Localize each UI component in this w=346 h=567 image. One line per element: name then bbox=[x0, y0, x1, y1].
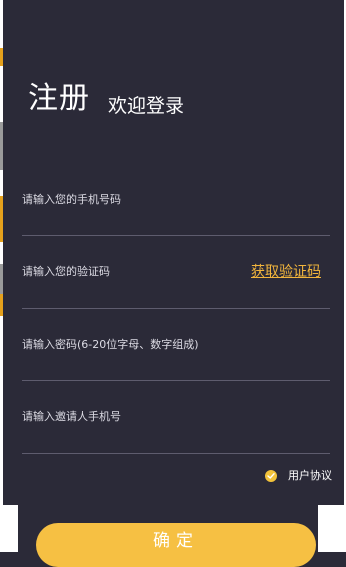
bottom-right-background bbox=[318, 505, 346, 552]
left-edge-block bbox=[0, 122, 3, 170]
left-edge-block bbox=[0, 170, 3, 196]
password-input-underline bbox=[22, 380, 330, 381]
left-edge-block bbox=[0, 48, 3, 66]
verification-code-input[interactable]: 请输入您的验证码 bbox=[22, 264, 110, 280]
get-code-link[interactable]: 获取验证码 bbox=[251, 262, 321, 282]
phone-input-underline bbox=[22, 235, 330, 236]
page-subtitle: 欢迎登录 bbox=[108, 95, 185, 117]
left-edge-block bbox=[0, 294, 3, 316]
inviter-phone-input[interactable]: 请输入邀请人手机号 bbox=[22, 409, 121, 425]
page-title: 注册 bbox=[28, 81, 90, 116]
left-edge-block bbox=[0, 264, 3, 294]
confirm-button[interactable]: 确定 bbox=[36, 523, 316, 567]
verification-code-underline bbox=[22, 308, 330, 309]
phone-input[interactable]: 请输入您的手机号码 bbox=[22, 192, 121, 208]
user-agreement-link[interactable]: 用户协议 bbox=[288, 468, 332, 484]
left-edge-block bbox=[0, 0, 3, 48]
left-edge-block bbox=[0, 242, 3, 264]
check-icon bbox=[267, 473, 275, 479]
left-edge-strip bbox=[0, 0, 3, 552]
password-input[interactable]: 请输入密码(6-20位字母、数字组成) bbox=[22, 337, 199, 353]
bottom-left-background bbox=[0, 505, 18, 552]
left-edge-block bbox=[0, 196, 3, 242]
inviter-phone-underline bbox=[22, 453, 330, 454]
agreement-checkbox[interactable] bbox=[265, 470, 277, 482]
left-edge-block bbox=[0, 66, 3, 122]
